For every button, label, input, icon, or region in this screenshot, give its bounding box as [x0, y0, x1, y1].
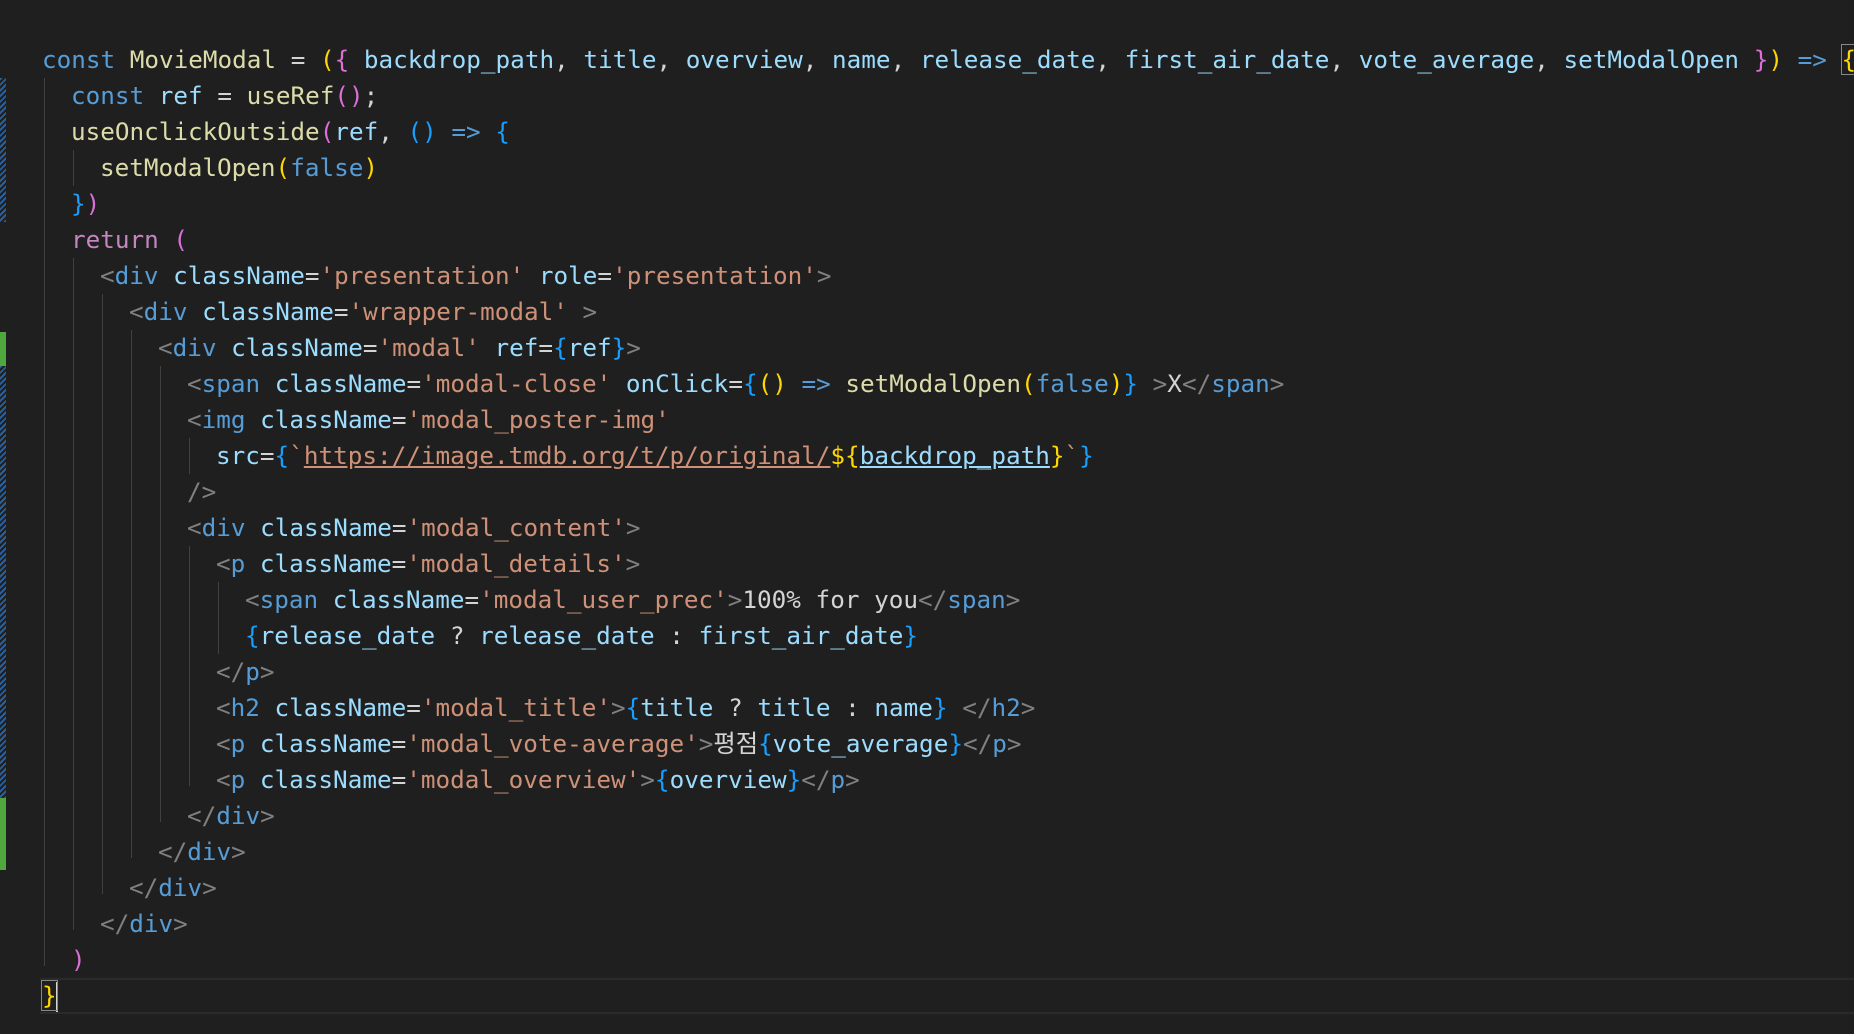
code-line[interactable]: <div className='modal' ref={ref}> — [158, 330, 641, 366]
code-line[interactable]: <div className='modal_content'> — [187, 510, 641, 546]
indent-guide — [102, 294, 103, 894]
current-line-highlight — [40, 978, 1854, 1014]
code-line[interactable]: </div> — [129, 870, 217, 906]
code-line[interactable]: <p className='modal_overview'>{overview}… — [216, 762, 860, 798]
code-line[interactable]: } — [41, 978, 58, 1014]
code-line[interactable]: <div className='wrapper-modal' > — [129, 294, 597, 330]
code-line[interactable]: ) — [71, 942, 86, 978]
indent-guide — [160, 366, 161, 822]
code-line[interactable]: <span className='modal_user_prec'>100% f… — [245, 582, 1020, 618]
code-line[interactable]: <h2 className='modal_title'>{title ? tit… — [216, 690, 1035, 726]
code-line[interactable]: const MovieModal = ({ backdrop_path, tit… — [42, 42, 1854, 78]
code-line[interactable]: /> — [187, 474, 216, 510]
code-line[interactable]: }) — [71, 186, 100, 222]
text-cursor — [55, 982, 58, 1012]
indent-guide — [189, 546, 190, 786]
indent-guide — [73, 258, 74, 930]
code-line[interactable]: src={`https://image.tmdb.org/t/p/origina… — [216, 438, 1094, 474]
code-line[interactable]: </p> — [216, 654, 275, 690]
code-line[interactable]: {release_date ? release_date : first_air… — [245, 618, 918, 654]
indent-guide — [189, 438, 190, 474]
code-line[interactable]: <p className='modal_vote-average'>평점{vot… — [216, 726, 1022, 762]
code-line[interactable]: <p className='modal_details'> — [216, 546, 640, 582]
indent-guide — [218, 582, 219, 654]
code-line[interactable]: const ref = useRef(); — [71, 78, 378, 114]
code-line[interactable]: setModalOpen(false) — [100, 150, 378, 186]
code-line[interactable]: </div> — [100, 906, 188, 942]
indent-guide — [44, 78, 45, 966]
indent-guide — [131, 330, 132, 858]
code-line[interactable]: <img className='modal_poster-img' — [187, 402, 670, 438]
code-line[interactable]: useOnclickOutside(ref, () => { — [71, 114, 510, 150]
code-editor[interactable]: const MovieModal = ({ backdrop_path, tit… — [0, 0, 1854, 1034]
code-line[interactable]: <span className='modal-close' onClick={(… — [187, 366, 1284, 402]
git-added-marker[interactable] — [0, 332, 6, 366]
indent-guide — [73, 150, 74, 186]
code-line[interactable]: </div> — [158, 834, 246, 870]
code-line[interactable]: </div> — [187, 798, 275, 834]
git-modified-marker[interactable] — [0, 366, 6, 798]
code-line[interactable]: <div className='presentation' role='pres… — [100, 258, 832, 294]
git-modified-marker[interactable] — [0, 78, 6, 222]
code-line[interactable]: return ( — [71, 222, 188, 258]
git-added-marker[interactable] — [0, 798, 6, 870]
